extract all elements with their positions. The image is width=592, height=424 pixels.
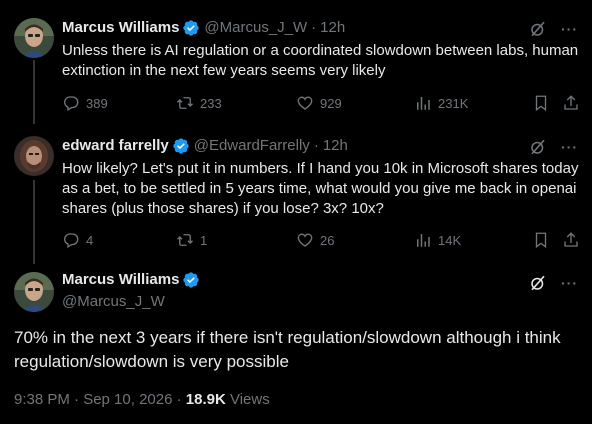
tweet-meta: 9:38 PM · Sep 10, 2026 · 18.9K Views [14, 390, 270, 410]
share-icon [564, 95, 578, 110]
avatar[interactable] [14, 272, 54, 312]
repost-button[interactable]: 1 [176, 231, 207, 249]
bookmark-icon [535, 95, 547, 112]
views-button[interactable]: 231K [414, 94, 468, 112]
tweet-header: edward farrelly @EdwardFarrelly · 12h [62, 136, 348, 156]
reply-count: 4 [86, 232, 94, 248]
bookmark-button[interactable] [532, 94, 556, 112]
separator-dot: · [311, 19, 317, 36]
bookmark-button[interactable] [532, 231, 556, 249]
repost-button[interactable]: 233 [176, 94, 222, 112]
views-count: 14K [438, 232, 462, 248]
author-handle[interactable]: @Marcus_J_W [62, 292, 204, 312]
bookmark-icon [535, 232, 547, 249]
more-icon[interactable]: ··· [561, 20, 578, 38]
repost-icon [177, 97, 193, 109]
share-icon [564, 232, 578, 247]
verified-badge-icon [183, 20, 200, 36]
reply-button[interactable]: 4 [62, 231, 93, 249]
reply-button[interactable]: 389 [62, 94, 108, 112]
tweet-header: Marcus Williams @Marcus_J_W · 12h [62, 18, 345, 38]
main-tweet-text: 70% in the next 3 years if there isn't r… [14, 328, 561, 371]
timestamp[interactable]: 12h [323, 136, 348, 156]
tweet-1[interactable]: Marcus Williams @Marcus_J_W · 12h ··· Un… [0, 0, 592, 124]
reply-count: 389 [86, 95, 108, 111]
main-top-icons: ··· [529, 274, 578, 292]
views-icon [417, 97, 430, 110]
author-name[interactable]: edward farrelly [62, 136, 169, 156]
reply-icon [64, 96, 79, 111]
author-name[interactable]: Marcus Williams [62, 18, 179, 38]
timestamp[interactable]: 12h [320, 18, 345, 38]
views-icon [417, 234, 430, 247]
avatar-image [14, 136, 54, 176]
like-count: 929 [320, 95, 342, 111]
action-bar: 4 1 26 14K [62, 230, 580, 250]
like-count: 26 [320, 232, 335, 248]
reply-icon [64, 233, 79, 248]
share-button[interactable] [562, 94, 586, 112]
tweet-top-icons: ··· [529, 20, 578, 38]
views-count: 18.9K [185, 391, 226, 408]
tweet-text: How likely? Let's put it in numbers. If … [62, 160, 579, 217]
like-button[interactable]: 929 [296, 94, 342, 112]
grok-icon[interactable] [529, 274, 547, 292]
views-button[interactable]: 14K [414, 231, 461, 249]
tweet-2[interactable]: edward farrelly @EdwardFarrelly · 12h ··… [0, 124, 592, 264]
avatar-image [14, 18, 54, 58]
views-count: 231K [438, 95, 469, 111]
repost-count: 233 [200, 95, 222, 111]
action-bar: 389 233 929 231K [62, 93, 580, 113]
avatar[interactable] [14, 18, 54, 58]
like-icon [297, 96, 313, 110]
views-label: Views [225, 391, 270, 408]
more-icon[interactable]: ··· [561, 138, 578, 156]
author-handle[interactable]: @EdwardFarrelly [194, 136, 310, 156]
tweet-timestamp[interactable]: 9:38 PM · Sep 10, 2026 · [14, 391, 186, 408]
like-button[interactable]: 26 [296, 231, 334, 249]
grok-icon[interactable] [529, 138, 547, 156]
more-icon[interactable]: ··· [561, 274, 578, 292]
author-name[interactable]: Marcus Williams [62, 270, 179, 290]
main-author-block: Marcus Williams @Marcus_J_W [62, 270, 204, 312]
repost-count: 1 [200, 232, 208, 248]
verified-badge-icon [173, 138, 189, 154]
tweet-top-icons: ··· [529, 138, 578, 156]
like-icon [297, 233, 313, 247]
author-handle[interactable]: @Marcus_J_W [204, 18, 307, 38]
avatar[interactable] [14, 136, 54, 176]
tweet-text: Unless there is AI regulation or a coord… [62, 42, 579, 79]
avatar-image [14, 272, 54, 312]
separator-dot: · [313, 137, 319, 154]
verified-badge-icon [183, 272, 200, 288]
repost-icon [177, 234, 193, 246]
grok-icon[interactable] [529, 20, 547, 38]
share-button[interactable] [562, 231, 586, 249]
